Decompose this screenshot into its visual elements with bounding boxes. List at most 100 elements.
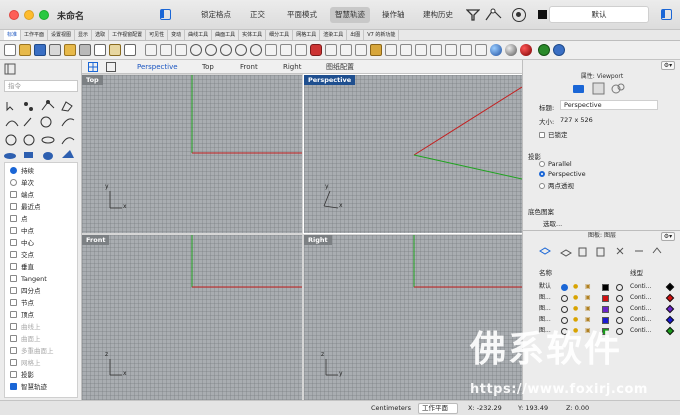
layer-color-swatch[interactable] [602, 294, 609, 302]
tab-layout[interactable]: 图纸配置 [326, 61, 354, 73]
osnap-perpendicular[interactable]: 垂直 [10, 262, 34, 272]
paste-icon[interactable] [109, 44, 121, 56]
material-icon[interactable] [616, 327, 623, 335]
layer-row[interactable]: 图... ● ▣ Conti... [523, 304, 680, 314]
osnap-quadrant[interactable]: 四分点 [10, 286, 41, 296]
right-viewport[interactable]: Right z y [304, 235, 522, 400]
osnap-vertex[interactable]: 顶点 [10, 310, 34, 320]
osnap-icon[interactable] [485, 8, 503, 22]
import-icon[interactable] [64, 44, 76, 56]
material-icon[interactable] [430, 44, 442, 56]
dimension-icon[interactable] [400, 44, 412, 56]
viewport-icon[interactable] [592, 82, 605, 95]
copy-icon[interactable] [94, 44, 106, 56]
tab-curve-tools[interactable]: 曲线工具 [185, 30, 213, 40]
projection-perspective[interactable]: Perspective [539, 170, 586, 178]
zoom-selected-icon[interactable] [250, 44, 262, 56]
ortho-button[interactable]: 正交 [245, 7, 270, 23]
layer-linetype[interactable]: Conti... [630, 304, 651, 314]
projection-parallel[interactable]: Parallel [539, 160, 572, 168]
set-view-icon[interactable] [295, 44, 307, 56]
delete-icon[interactable] [124, 44, 136, 56]
tab-transform[interactable]: 变动 [168, 30, 186, 40]
bulb-icon[interactable]: ● [573, 326, 578, 336]
layer-linetype[interactable]: Conti... [630, 282, 651, 292]
units-label[interactable]: Centimeters [371, 404, 411, 412]
top-viewport[interactable]: Top y x [82, 75, 302, 233]
tab-select[interactable]: 选取 [92, 30, 110, 40]
layer-row[interactable]: 图... ● ▣ Conti... [523, 326, 680, 336]
layer-row[interactable]: 默认 ● ▣ Conti... [523, 282, 680, 292]
open-file-icon[interactable] [19, 44, 31, 56]
print-color-swatch[interactable] [665, 293, 675, 303]
tab-render-tools[interactable]: 渲染工具 [320, 30, 348, 40]
current-layer-indicator[interactable] [561, 305, 568, 313]
lock-icon[interactable]: ▣ [585, 315, 591, 325]
zoom-icon[interactable] [205, 44, 217, 56]
command-input[interactable]: 指令 [4, 80, 78, 92]
gear-icon[interactable]: ⚙▾ [661, 61, 675, 70]
zoom-window-button[interactable] [39, 10, 49, 20]
new-file-icon[interactable] [4, 44, 16, 56]
hide-icon[interactable] [325, 44, 337, 56]
options-icon[interactable] [538, 44, 550, 56]
rendered-sphere-icon[interactable] [520, 44, 532, 56]
wallpaper-select-button[interactable]: 选取... [543, 218, 562, 228]
osnap-project[interactable]: 投影 [10, 370, 34, 380]
smart-track-button[interactable]: 智慧轨迹 [330, 7, 370, 23]
panel-toggle-icon[interactable] [661, 9, 672, 20]
filter-icon[interactable] [466, 8, 480, 22]
car-icon[interactable] [310, 44, 322, 56]
tab-surface-tools[interactable]: 曲面工具 [212, 30, 240, 40]
osnap-tangent[interactable]: Tangent [10, 274, 47, 284]
osnap-point[interactable]: 点 [10, 214, 28, 224]
print-icon[interactable] [49, 44, 61, 56]
layer-linetype[interactable]: Conti... [630, 293, 651, 303]
material-icon[interactable] [616, 283, 623, 291]
lock-icon[interactable] [340, 44, 352, 56]
camera-icon[interactable] [573, 85, 584, 93]
print-color-swatch[interactable] [665, 326, 675, 336]
osnap-persistent[interactable]: 持续 [10, 166, 34, 176]
layers-icon[interactable] [539, 247, 551, 255]
texture-icon[interactable] [445, 44, 457, 56]
gumball-button[interactable]: 操作轴 [377, 7, 410, 23]
zoom-extents-icon[interactable] [235, 44, 247, 56]
layer-color-swatch[interactable] [538, 10, 547, 19]
bulb-icon[interactable]: ● [573, 304, 578, 314]
locked-checkbox[interactable]: 已锁定 [539, 129, 568, 139]
osnap-on-curve[interactable]: 曲线上 [10, 322, 41, 332]
print-color-swatch[interactable] [665, 315, 675, 325]
material-icon[interactable] [616, 294, 623, 302]
layer-row[interactable]: 图... ● ▣ Conti... [523, 293, 680, 303]
select-icon[interactable] [160, 44, 172, 56]
tab-set-view[interactable]: 设置视图 [48, 30, 76, 40]
tab-cplanes[interactable]: 工作平面 [21, 30, 49, 40]
environment-icon[interactable] [460, 44, 472, 56]
zoom-window-icon[interactable] [220, 44, 232, 56]
tab-viewport-layout[interactable]: 工作视窗配置 [109, 30, 147, 40]
tab-right[interactable]: Right [283, 61, 301, 73]
osnap-on-surface[interactable]: 曲面上 [10, 334, 41, 344]
bulb-icon[interactable]: ● [573, 293, 578, 303]
current-layer-indicator[interactable] [561, 294, 568, 302]
osnap-knot[interactable]: 节点 [10, 298, 34, 308]
render-sphere-icon[interactable] [490, 44, 502, 56]
lock-icon[interactable]: ▣ [585, 293, 591, 303]
layer-color-swatch[interactable] [602, 305, 609, 313]
current-layer-indicator[interactable] [561, 327, 568, 335]
osnap-intersection[interactable]: 交点 [10, 250, 34, 260]
current-layer-indicator[interactable] [561, 316, 568, 324]
planar-button[interactable]: 平面模式 [282, 7, 322, 23]
osnap-end[interactable]: 端点 [10, 190, 34, 200]
print-color-swatch[interactable] [665, 282, 675, 292]
lock-icon[interactable]: ▣ [585, 304, 591, 314]
layer-icon[interactable] [355, 44, 367, 56]
tab-mesh-tools[interactable]: 网格工具 [293, 30, 321, 40]
bulb-icon[interactable]: ● [573, 315, 578, 325]
light-icon[interactable] [475, 44, 487, 56]
tool-palette[interactable] [4, 98, 78, 160]
record-icon[interactable] [512, 8, 526, 22]
osnap-near[interactable]: 最近点 [10, 202, 41, 212]
current-layer-indicator[interactable] [561, 283, 568, 291]
